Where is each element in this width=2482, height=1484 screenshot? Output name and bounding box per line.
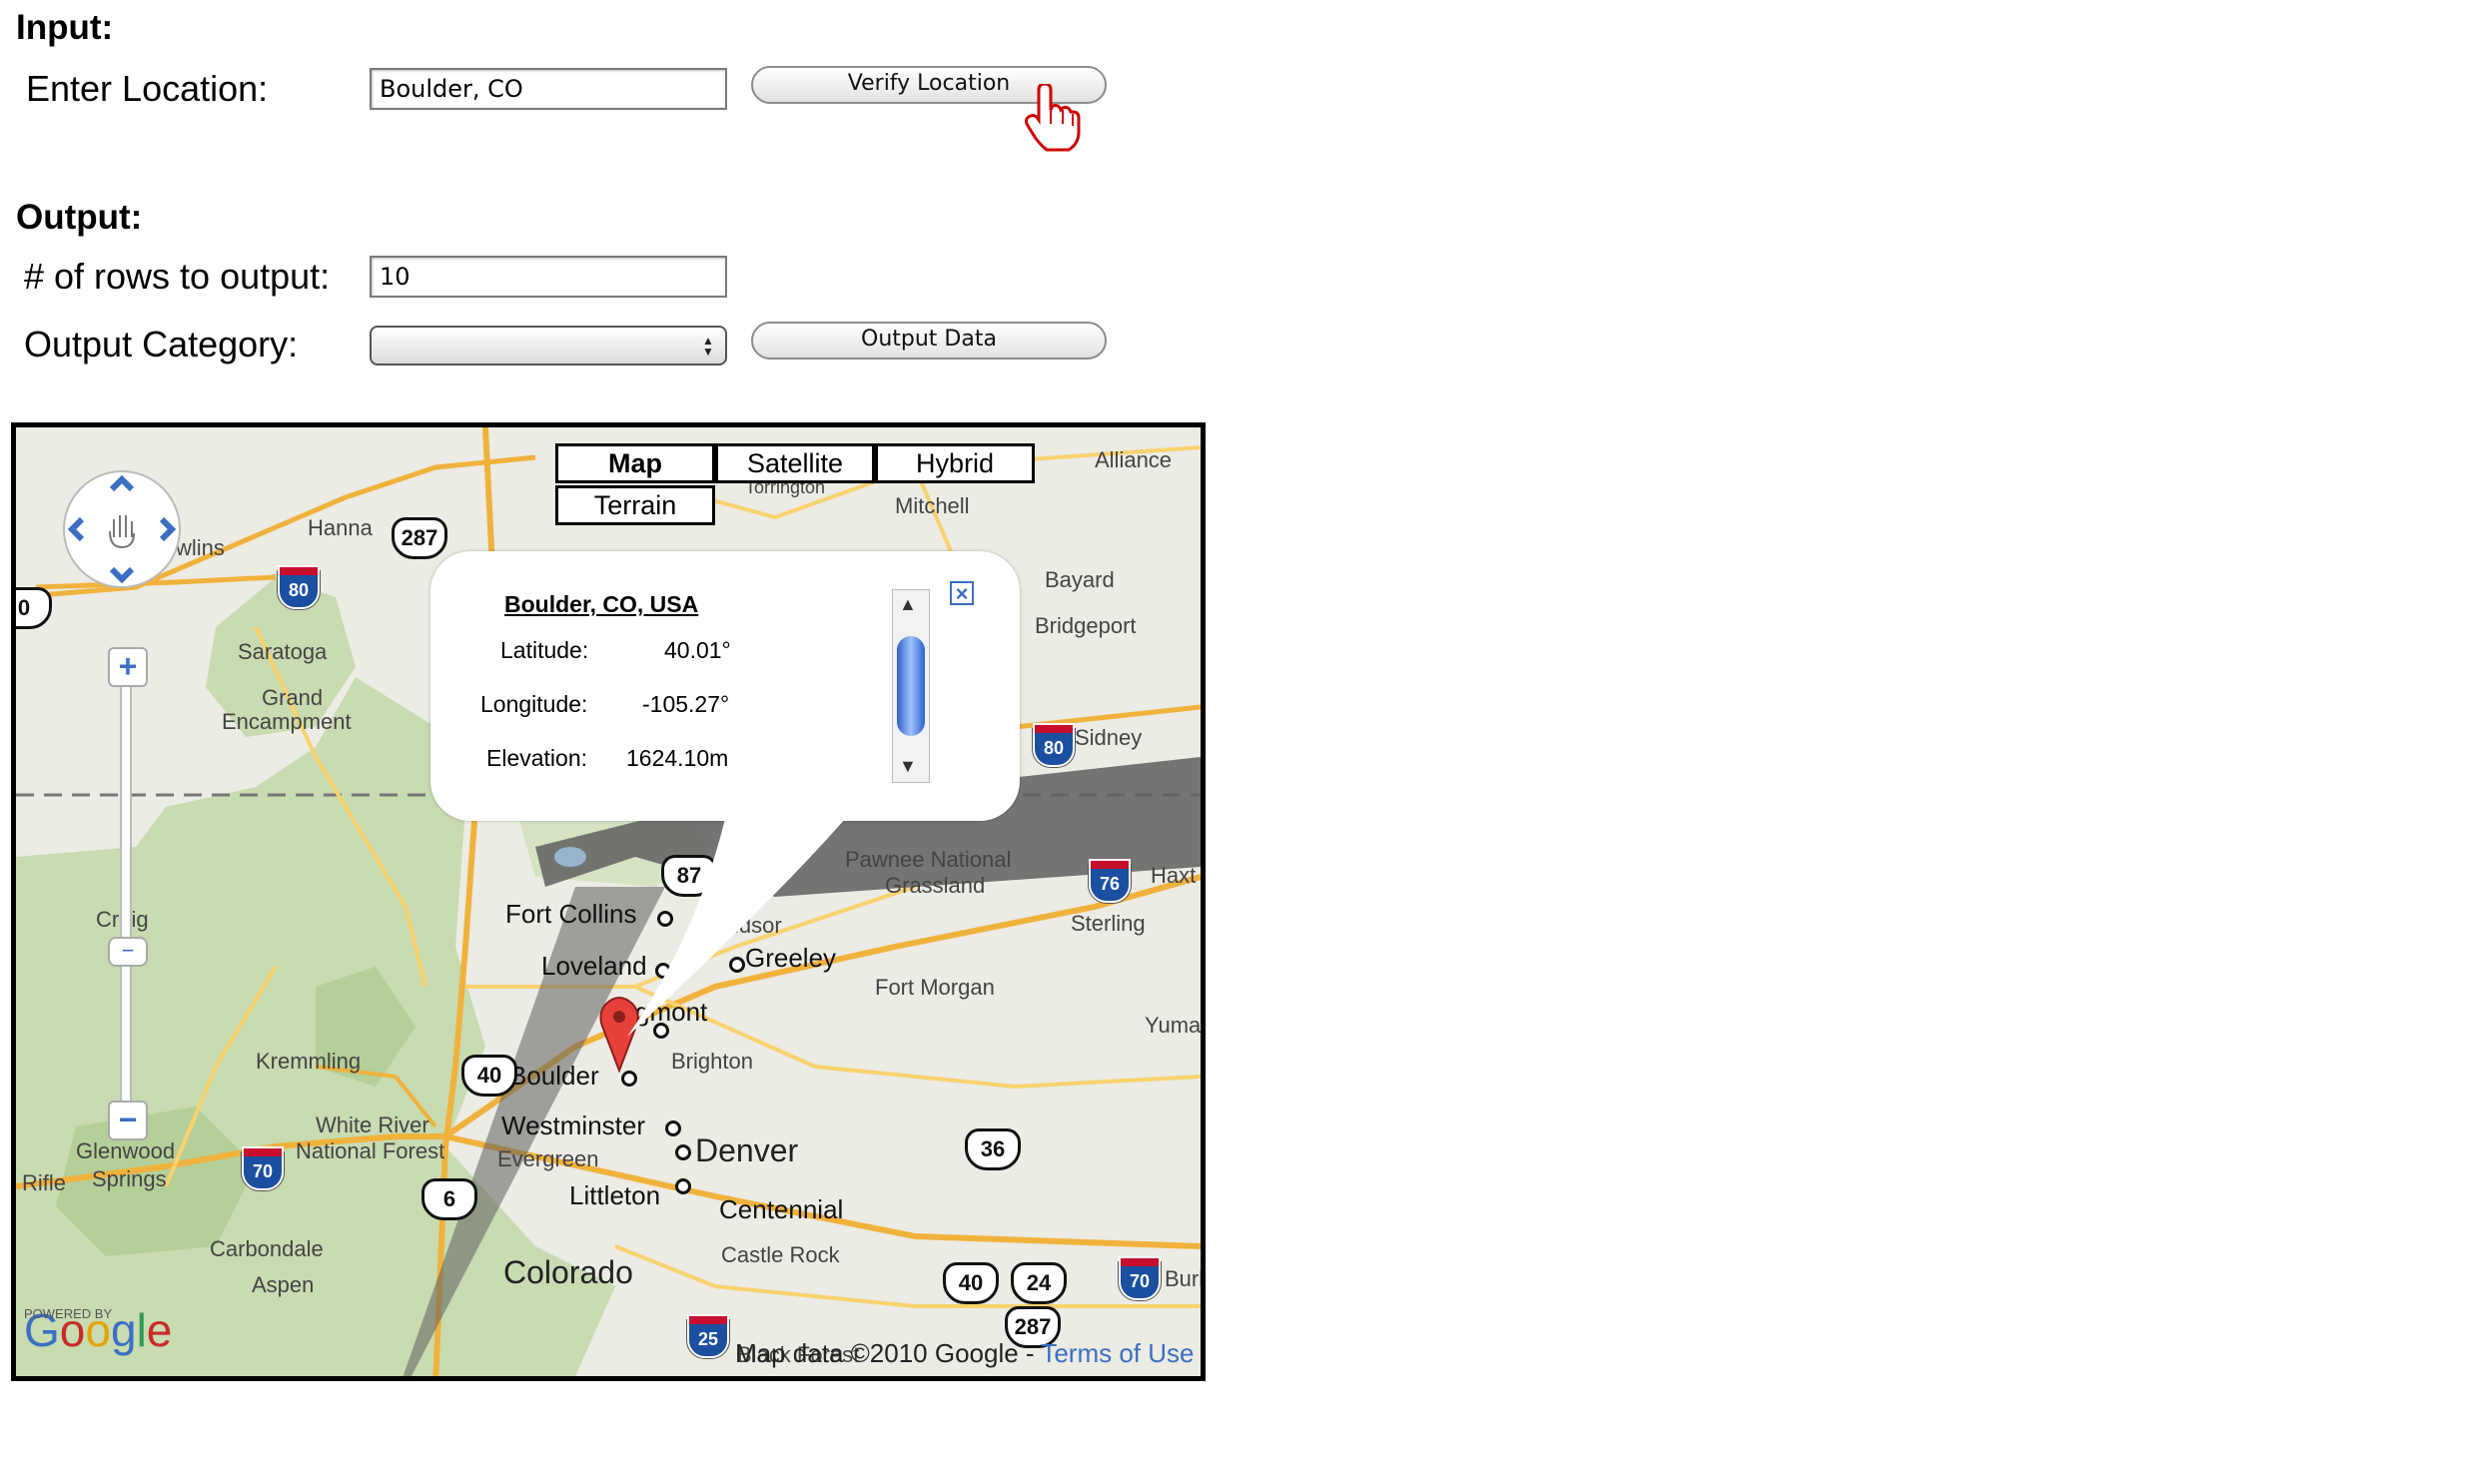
us-highway-shield: 40 bbox=[461, 1055, 517, 1097]
place-label: Aspen bbox=[252, 1272, 315, 1297]
place-label: Alliance bbox=[1095, 447, 1173, 472]
place-label: Mitchell bbox=[895, 493, 970, 518]
place-label: Glenwood bbox=[76, 1138, 176, 1163]
longitude-label: Longitude: bbox=[480, 691, 588, 717]
place-label: Castle Rock bbox=[721, 1242, 840, 1267]
zoom-in-button[interactable]: + bbox=[108, 647, 148, 687]
map-type-satellite-button[interactable]: Satellite bbox=[715, 443, 875, 483]
info-scrollbar[interactable]: ▲ ▼ bbox=[892, 589, 930, 783]
select-arrows-icon: ▲ ▼ bbox=[702, 334, 714, 359]
map-type-terrain-button[interactable]: Terrain bbox=[555, 485, 715, 525]
city-label: Littleton bbox=[569, 1180, 661, 1210]
elevation-value: 1624.10m bbox=[626, 745, 729, 771]
place-label: Haxt bbox=[1151, 863, 1197, 888]
place-label: Pawnee National bbox=[845, 847, 1012, 872]
map-view[interactable]: Google Hanna wlins Saratoga Grand Encamp… bbox=[11, 422, 1206, 1381]
place-label: Rifle bbox=[22, 1170, 67, 1195]
place-label: Evergreen bbox=[497, 1146, 599, 1171]
us-highway-shield: 24 bbox=[1011, 1262, 1067, 1304]
interstate-shield: 70 bbox=[241, 1146, 285, 1191]
rows-input[interactable] bbox=[370, 256, 727, 298]
interstate-shield: 70 bbox=[1118, 1256, 1162, 1301]
category-label: Output Category: bbox=[24, 324, 299, 365]
hand-cursor-icon bbox=[1025, 84, 1081, 152]
city-marker bbox=[675, 1144, 691, 1160]
place-label: Burli bbox=[1165, 1266, 1206, 1291]
place-label: Bridgeport bbox=[1035, 613, 1137, 638]
place-label: White River bbox=[316, 1113, 429, 1137]
place-label: National Forest bbox=[296, 1138, 445, 1163]
state-label: Colorado bbox=[503, 1254, 633, 1290]
place-label: Encampment bbox=[222, 709, 352, 734]
map-type-map-button[interactable]: Map bbox=[555, 443, 715, 483]
place-label: Hanna bbox=[308, 515, 373, 540]
city-label: Centennial bbox=[719, 1194, 844, 1224]
pan-control[interactable] bbox=[60, 467, 184, 591]
city-label: Denver bbox=[695, 1132, 799, 1168]
zoom-track[interactable] bbox=[120, 653, 132, 1126]
location-input[interactable] bbox=[370, 68, 727, 110]
place-label: Saratoga bbox=[238, 639, 328, 664]
zoom-slider-handle[interactable]: − bbox=[108, 937, 148, 967]
city-label: Westminster bbox=[501, 1111, 645, 1140]
latitude-value: 40.01° bbox=[664, 637, 731, 663]
city-marker bbox=[675, 1178, 691, 1194]
elevation-label: Elevation: bbox=[486, 745, 588, 771]
place-label: Yuma bbox=[1145, 1013, 1202, 1038]
info-window: Boulder, CO, USA Latitude: 40.01° Longit… bbox=[430, 551, 1020, 821]
map-attribution: Map data ©2010 Google - Terms of Use bbox=[735, 1338, 1194, 1369]
zoom-out-button[interactable]: − bbox=[108, 1101, 148, 1140]
close-icon[interactable]: × bbox=[950, 581, 974, 605]
attribution-text: Map data ©2010 Google - bbox=[735, 1338, 1042, 1368]
scroll-up-icon[interactable]: ▲ bbox=[899, 594, 917, 615]
powered-by-label: POWERED BY bbox=[24, 1306, 113, 1321]
longitude-value: -105.27° bbox=[642, 691, 730, 717]
us-highway-shield: 36 bbox=[965, 1128, 1021, 1170]
place-label: Grand bbox=[262, 685, 324, 710]
us-highway-shield: 6 bbox=[421, 1178, 477, 1220]
scroll-thumb[interactable] bbox=[897, 636, 925, 736]
location-label: Enter Location: bbox=[26, 68, 269, 109]
place-label: Springs bbox=[92, 1166, 167, 1191]
us-highway-shield: 40 bbox=[943, 1262, 999, 1304]
input-heading: Input: bbox=[16, 8, 114, 47]
place-label: Brighton bbox=[671, 1049, 753, 1074]
place-label: Bayard bbox=[1045, 567, 1115, 592]
interstate-shield: 80 bbox=[277, 565, 321, 610]
output-data-button[interactable]: Output Data bbox=[751, 322, 1107, 360]
place-label: Kremmling bbox=[256, 1049, 362, 1074]
output-heading: Output: bbox=[16, 198, 143, 237]
interstate-shield: 25 bbox=[686, 1314, 730, 1359]
info-window-tail bbox=[615, 819, 845, 1037]
city-marker bbox=[665, 1120, 681, 1136]
terms-of-use-link[interactable]: Terms of Use bbox=[1041, 1338, 1194, 1368]
latitude-label: Latitude: bbox=[500, 637, 589, 663]
us-highway-shield: 287 bbox=[392, 517, 447, 559]
place-label: Fort Morgan bbox=[875, 975, 995, 1000]
city-label: Boulder bbox=[509, 1061, 599, 1091]
city-marker bbox=[621, 1071, 637, 1087]
map-type-hybrid-button[interactable]: Hybrid bbox=[875, 443, 1035, 483]
place-label: Sterling bbox=[1071, 911, 1146, 936]
place-label: Carbondale bbox=[210, 1236, 324, 1261]
interstate-shield: 76 bbox=[1088, 859, 1132, 904]
category-select[interactable]: ▲ ▼ bbox=[370, 326, 727, 366]
scroll-down-icon[interactable]: ▼ bbox=[899, 756, 917, 777]
interstate-shield: 80 bbox=[1032, 723, 1076, 768]
info-title: Boulder, CO, USA bbox=[504, 591, 699, 617]
place-label: Sidney bbox=[1075, 725, 1143, 750]
rows-label: # of rows to output: bbox=[24, 256, 331, 297]
place-label: Grassland bbox=[885, 873, 986, 898]
